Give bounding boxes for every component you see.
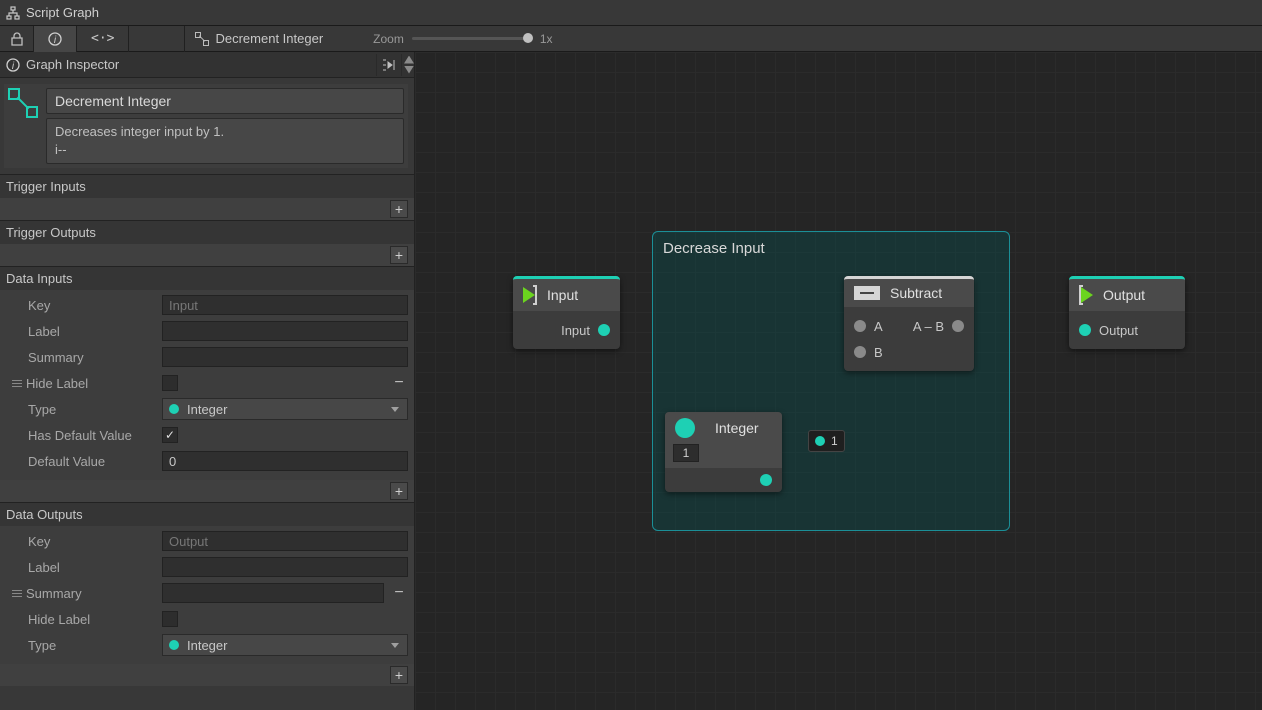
data-inputs-props: Key Label Summary Hide Label − Type xyxy=(0,290,414,480)
integer-type-icon xyxy=(815,436,825,446)
zoom-control: Zoom 1x xyxy=(333,32,552,46)
trigger-outputs-add-row: + xyxy=(0,244,414,266)
output-arrow-icon xyxy=(1079,285,1093,305)
trigger-inputs-header: Trigger Inputs xyxy=(0,174,414,198)
summary-label: Summary xyxy=(6,586,156,601)
zoom-label: Zoom xyxy=(373,32,404,46)
reorder-up-button[interactable] xyxy=(404,56,414,64)
data-inputs-header: Data Inputs xyxy=(0,266,414,290)
window-title: Script Graph xyxy=(26,5,99,20)
node-input[interactable]: Input Input xyxy=(513,276,620,349)
node-icon xyxy=(8,88,38,118)
key-label: Key xyxy=(6,534,156,549)
zoom-value: 1x xyxy=(540,32,553,46)
remove-data-output-button[interactable]: − xyxy=(390,584,408,602)
port-subtract-a[interactable]: A A – B xyxy=(844,313,974,339)
node-title: Output xyxy=(1103,287,1145,303)
port-icon xyxy=(598,324,610,336)
toolbar: i <·> Decrement Integer Zoom 1x xyxy=(0,26,1262,52)
value-tooltip: 1 xyxy=(808,430,845,452)
data-outputs-props: Key Label Summary − Hide Label Type xyxy=(0,526,414,664)
zoom-slider[interactable] xyxy=(412,37,532,40)
data-outputs-header: Data Outputs xyxy=(0,502,414,526)
port-output-in[interactable]: Output xyxy=(1069,317,1185,343)
info-icon: i xyxy=(6,58,20,72)
integer-type-icon xyxy=(675,418,695,438)
add-data-output-button[interactable]: + xyxy=(390,666,408,684)
node-summary-field[interactable]: Decreases integer input by 1. i-- xyxy=(46,118,404,164)
port-subtract-b[interactable]: B xyxy=(844,339,974,365)
graph-canvas[interactable]: Decrease Input Input Input Subtract A A … xyxy=(415,52,1262,710)
graph-inspector-panel: i Graph Inspector Decrement Integer Decr… xyxy=(0,52,415,710)
hierarchy-icon xyxy=(6,6,20,20)
integer-value-field[interactable]: 1 xyxy=(673,444,699,462)
node-icon xyxy=(195,32,209,46)
drag-handle-icon[interactable] xyxy=(12,590,22,597)
trigger-inputs-add-row: + xyxy=(0,198,414,220)
remove-data-input-button[interactable]: − xyxy=(390,374,408,392)
node-title: Integer xyxy=(715,420,759,436)
drag-handle-icon[interactable] xyxy=(12,380,22,387)
node-subtract[interactable]: Subtract A A – B B xyxy=(844,276,974,371)
node-name-field[interactable]: Decrement Integer xyxy=(46,88,404,114)
group-title[interactable]: Decrease Input xyxy=(653,232,1009,265)
inspector-title: Graph Inspector xyxy=(26,57,119,72)
data-input-summary-field[interactable] xyxy=(162,347,408,367)
port-icon xyxy=(854,320,866,332)
input-arrow-icon xyxy=(523,285,537,305)
add-trigger-input-button[interactable]: + xyxy=(390,200,408,218)
port-icon xyxy=(952,320,964,332)
data-output-summary-field[interactable] xyxy=(162,583,384,603)
window-titlebar: Script Graph xyxy=(0,0,1262,26)
type-label: Type xyxy=(6,638,156,653)
inspector-header: i Graph Inspector xyxy=(0,52,414,78)
code-icon: <·> xyxy=(91,31,114,46)
port-icon[interactable] xyxy=(760,474,772,486)
info-tab-button[interactable]: i xyxy=(34,26,77,52)
data-output-type-dropdown[interactable]: Integer xyxy=(162,634,408,656)
summary-label: Summary xyxy=(6,350,156,365)
info-icon: i xyxy=(48,32,62,46)
port-icon xyxy=(854,346,866,358)
add-data-input-button[interactable]: + xyxy=(390,482,408,500)
trigger-outputs-header: Trigger Outputs xyxy=(0,220,414,244)
reorder-down-button[interactable] xyxy=(404,66,414,74)
node-output[interactable]: Output Output xyxy=(1069,276,1185,349)
hide-label-label: Hide Label xyxy=(6,376,156,391)
port-input-out[interactable]: Input xyxy=(513,317,620,343)
type-label: Type xyxy=(6,402,156,417)
data-output-label-field[interactable] xyxy=(162,557,408,577)
data-input-hide-label-checkbox[interactable] xyxy=(162,375,178,391)
data-input-key-field[interactable] xyxy=(162,295,408,315)
subtract-icon xyxy=(854,286,880,300)
data-input-default-value-field[interactable] xyxy=(162,451,408,471)
label-label: Label xyxy=(6,560,156,575)
port-icon xyxy=(1079,324,1091,336)
data-output-hide-label-checkbox[interactable] xyxy=(162,611,178,627)
has-default-label: Has Default Value xyxy=(6,428,156,443)
breadcrumb[interactable]: Decrement Integer xyxy=(185,26,333,52)
add-trigger-output-button[interactable]: + xyxy=(390,246,408,264)
node-integer-literal[interactable]: Integer 1 xyxy=(665,412,782,492)
node-title: Subtract xyxy=(890,285,942,301)
data-output-key-field[interactable] xyxy=(162,531,408,551)
lock-icon xyxy=(11,32,23,46)
collapse-panel-button[interactable] xyxy=(376,54,402,76)
tooltip-value: 1 xyxy=(831,434,838,448)
data-input-has-default-checkbox[interactable]: ✓ xyxy=(162,427,178,443)
label-label: Label xyxy=(6,324,156,339)
lock-button[interactable] xyxy=(0,26,34,52)
hide-label-label: Hide Label xyxy=(6,612,156,627)
inspector-node-card: Decrement Integer Decreases integer inpu… xyxy=(4,84,408,168)
collapse-icon xyxy=(382,59,396,71)
code-tab-button[interactable]: <·> xyxy=(77,26,129,52)
default-value-label: Default Value xyxy=(6,454,156,469)
breadcrumb-label: Decrement Integer xyxy=(215,31,323,46)
data-input-label-field[interactable] xyxy=(162,321,408,341)
key-label: Key xyxy=(6,298,156,313)
data-input-type-dropdown[interactable]: Integer xyxy=(162,398,408,420)
node-title: Input xyxy=(547,287,578,303)
